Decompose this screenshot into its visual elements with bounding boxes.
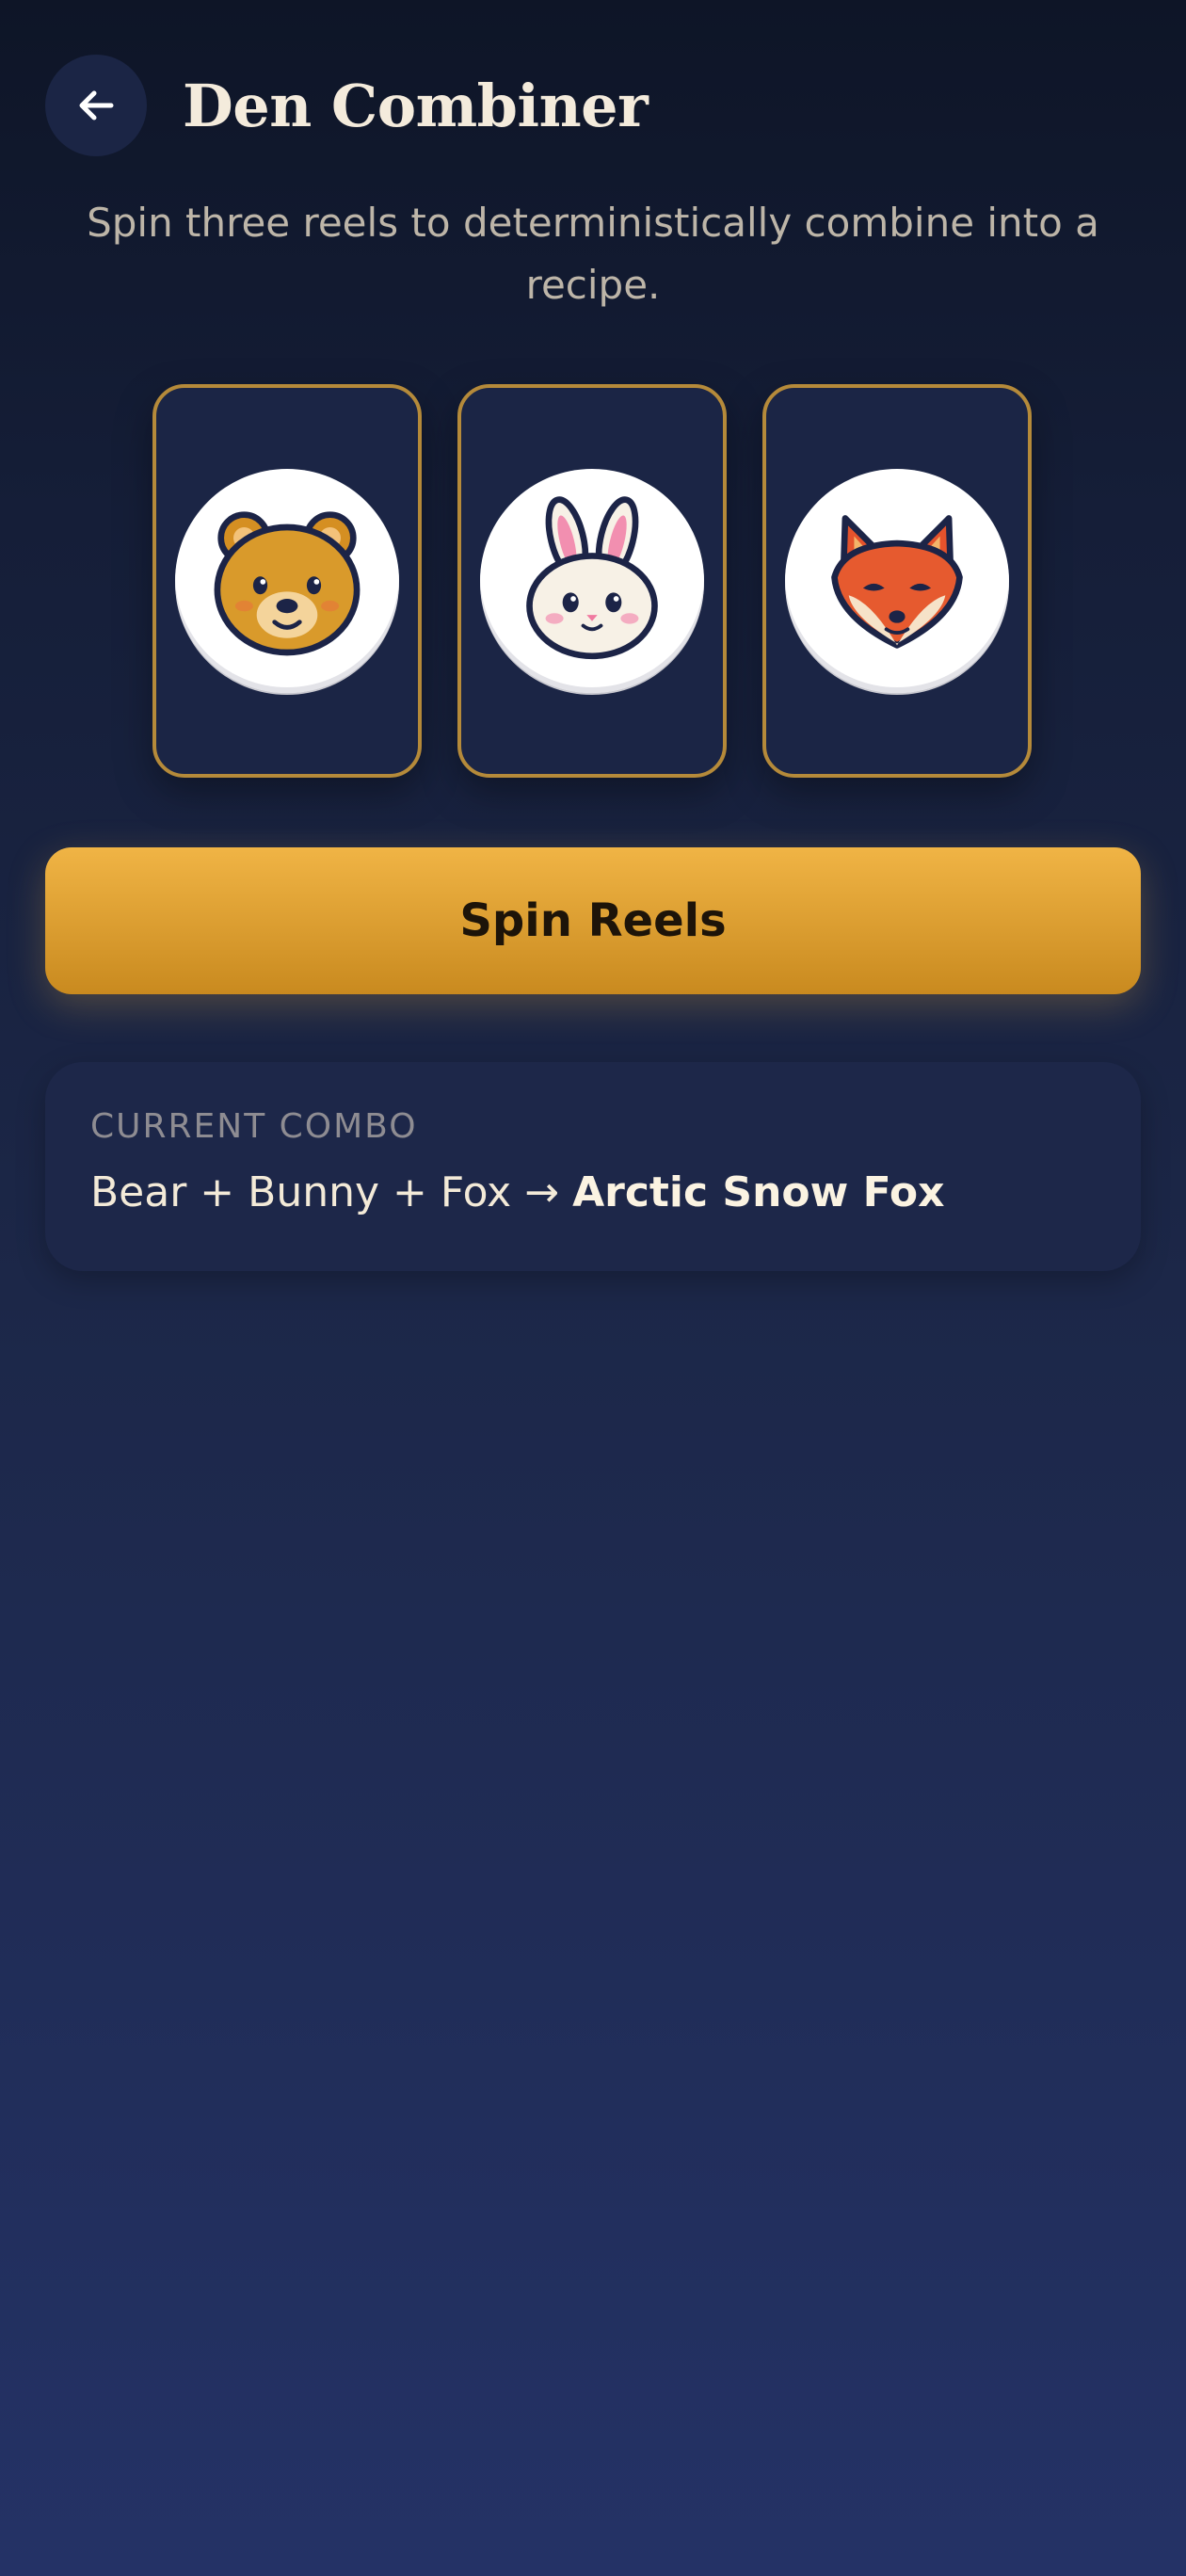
header: Den Combiner xyxy=(45,55,649,156)
back-button[interactable] xyxy=(45,55,147,156)
reel-1 xyxy=(152,384,422,778)
bear-icon xyxy=(175,469,399,693)
reel-2 xyxy=(457,384,727,778)
combo-result: Arctic Snow Fox xyxy=(572,1168,945,1216)
reel-3 xyxy=(762,384,1032,778)
combo-formula: Bear + Bunny + Fox → xyxy=(90,1168,573,1216)
bunny-icon xyxy=(480,469,704,693)
page-title: Den Combiner xyxy=(183,71,649,140)
spin-reels-button[interactable]: Spin Reels xyxy=(45,847,1141,994)
combo-label: CURRENT COMBO xyxy=(90,1107,418,1146)
arrow-left-icon xyxy=(79,90,114,121)
page-subtitle: Spin three reels to deterministically co… xyxy=(87,200,1099,308)
fox-icon xyxy=(785,469,1009,693)
combo-line: Bear + Bunny + Fox → Arctic Snow Fox xyxy=(90,1168,1096,1216)
current-combo-card: CURRENT COMBO Bear + Bunny + Fox → Arcti… xyxy=(45,1062,1141,1271)
reels-row xyxy=(152,384,1032,778)
